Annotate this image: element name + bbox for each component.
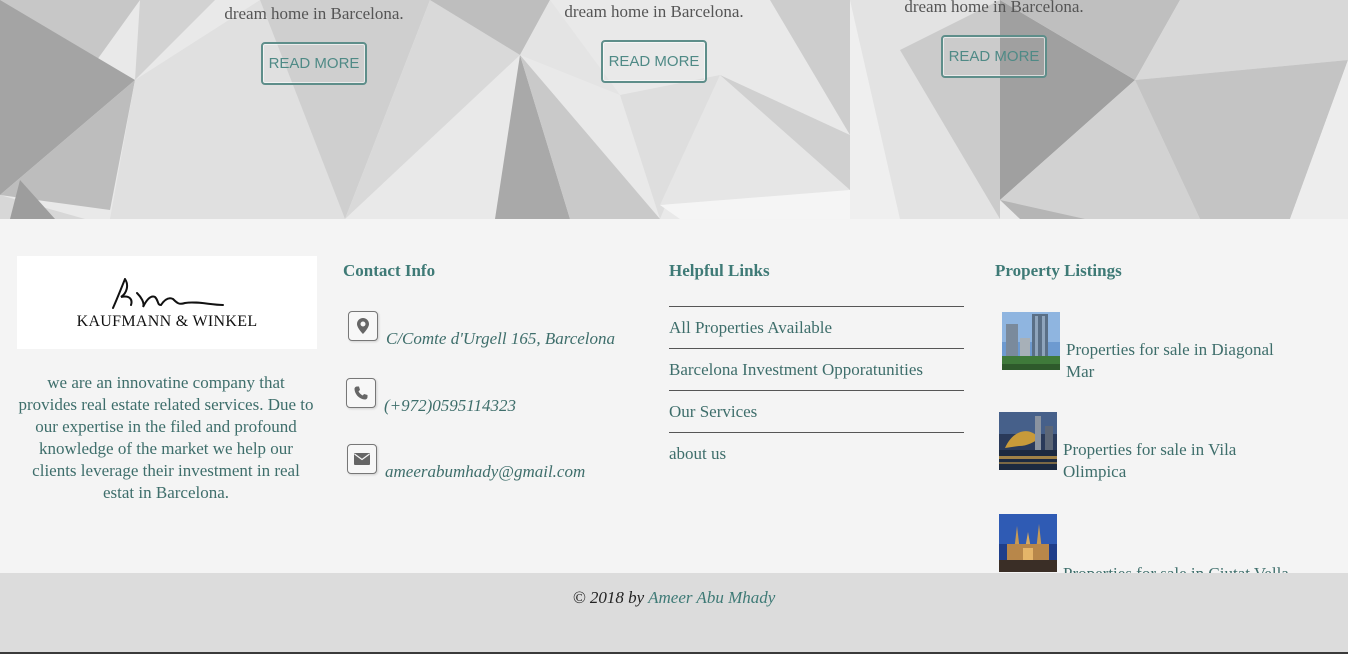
listing-item[interactable]: Properties for sale in Diagonal Mar: [1002, 312, 1296, 381]
listing-item[interactable]: Properties for sale in Ciutat Vella: [999, 514, 1293, 583]
envelope-icon: [347, 444, 377, 474]
logo-wordmark: KAUFMANN & WINKEL: [76, 312, 258, 330]
contact-email: ameerabumhady@gmail.com: [347, 444, 585, 481]
card-description: dream home in Barcelona.: [564, 2, 744, 21]
email-text[interactable]: ameerabumhady@gmail.com: [385, 462, 585, 482]
copyright-text: © 2018 by Ameer Abu Mhady: [0, 588, 1348, 608]
signature-logo-mark: [112, 277, 224, 309]
link-about-us[interactable]: about us: [669, 433, 964, 475]
read-more-button[interactable]: READ MORE: [261, 42, 367, 85]
link-our-services[interactable]: Our Services: [669, 391, 964, 433]
property-card-tail-2: dream home in Barcelona.: [484, 2, 824, 22]
polygon-background: [0, 0, 1348, 219]
copyright-prefix: © 2018 by: [572, 588, 645, 607]
property-listings-heading: Property Listings: [995, 261, 1122, 280]
contact-phone: (+972)0595114323: [346, 378, 516, 415]
listing-title: Properties for sale in Vila Olimpica: [1063, 440, 1237, 481]
link-all-properties[interactable]: All Properties Available: [669, 307, 964, 349]
listing-thumbnail-ciutat-vella: [999, 514, 1057, 572]
company-description: we are an innovatine company that provid…: [18, 373, 314, 502]
phone-text[interactable]: (+972)0595114323: [384, 396, 516, 416]
helpful-links-list: All Properties Available Barcelona Inves…: [669, 306, 964, 475]
listing-thumbnail-vila-olimpica: [999, 412, 1057, 470]
contact-address: C/Comte d'Urgell 165, Barcelona: [348, 311, 615, 348]
contact-info-heading: Contact Info: [343, 261, 436, 280]
link-investment-opportunities[interactable]: Barcelona Investment Opporatunities: [669, 349, 964, 391]
listing-thumbnail-diagonal-mar: [1002, 312, 1060, 370]
property-card-tail-3: dream home in Barcelona.: [824, 0, 1164, 17]
listing-title: Properties for sale in Diagonal Mar: [1066, 340, 1274, 381]
helpful-links-heading: Helpful Links: [669, 261, 770, 280]
hero-section: dream home in Barcelona. READ MORE dream…: [0, 0, 1348, 219]
read-more-button[interactable]: READ MORE: [601, 40, 707, 83]
brand-logo[interactable]: KAUFMANN & WINKEL: [17, 256, 317, 349]
listing-item[interactable]: Properties for sale in Vila Olimpica: [999, 412, 1293, 481]
card-description: dream home in Barcelona.: [224, 4, 404, 23]
map-marker-icon: [348, 311, 378, 341]
footer: KAUFMANN & WINKEL we are an innovatine c…: [0, 219, 1348, 583]
phone-icon: [346, 378, 376, 408]
read-more-button[interactable]: READ MORE: [941, 35, 1047, 78]
author-link[interactable]: Ameer Abu Mhady: [648, 588, 775, 607]
address-text: C/Comte d'Urgell 165, Barcelona: [386, 329, 616, 348]
copyright-bar: © 2018 by Ameer Abu Mhady: [0, 573, 1348, 654]
card-description: dream home in Barcelona.: [904, 0, 1084, 16]
property-card-tail-1: dream home in Barcelona.: [144, 4, 484, 24]
